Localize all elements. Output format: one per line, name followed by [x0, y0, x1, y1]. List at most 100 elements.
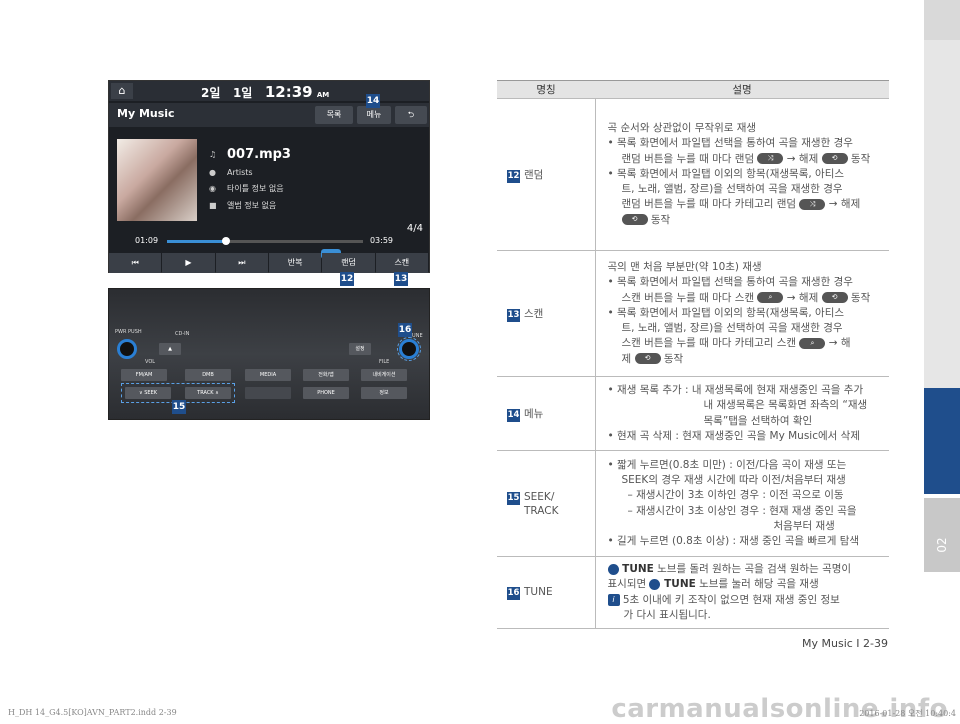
- vol-label: VOL: [145, 359, 156, 365]
- desc-text: TUNE: [618, 563, 654, 576]
- desc-line: 목록 화면에서 파일탭 이외의 항목(재생목록, 아티스: [608, 306, 884, 321]
- desc-line: 랜덤 버튼을 누를 때 마다 랜덤 ⤨ → 해제 ⟲ 동작: [608, 152, 884, 167]
- row-name: 12 랜덤: [497, 98, 596, 251]
- desc-text: 랜덤 버튼을 누를 때 마다 랜덤: [621, 152, 758, 165]
- desc-line: 트, 노래, 앨범, 장르)을 선택하여 곡을 재생한 경우: [621, 183, 843, 196]
- row-desc: TUNE 노브를 돌려 원하는 곡을 검색 원하는 곡명이 표시되면 TUNE …: [595, 556, 889, 629]
- row-number: 12: [507, 169, 520, 183]
- row-desc: 재생 목록 추가 : 내 재생목록에 현재 재생중인 곡을 추가 내 재생목록은…: [595, 376, 889, 451]
- back-icon: ⮌: [395, 106, 427, 124]
- fmam-button: FM/AM: [121, 369, 167, 381]
- row-number: 16: [507, 586, 520, 600]
- dmb-button: DMB: [185, 369, 231, 381]
- function-table: 명칭 설명 12 랜덤 곡 순서와 상관없이 무작위로 재생 목록 화면에서 파일…: [497, 80, 889, 629]
- scan-icon: ⌕: [757, 292, 784, 304]
- repeat-off-icon: ⟲: [621, 214, 648, 225]
- sidebar-top-band: [924, 0, 960, 40]
- desc-text: 노브를 눌러 해당 곡을 재생: [695, 578, 819, 591]
- album-info: 앨범 정보 없음: [227, 201, 277, 210]
- progress-bar: [167, 237, 363, 245]
- status-ch1: 2일: [201, 86, 221, 100]
- desc-line: 재생 목록 추가 : 내 재생목록에 현재 재생중인 곡을 추가: [608, 383, 884, 398]
- callout-14: 14: [366, 94, 380, 108]
- callout-13: 13: [394, 272, 408, 286]
- chapter-number: 02: [935, 537, 949, 553]
- person-icon: ●: [209, 168, 216, 177]
- desc-line: 곡의 맨 처음 부분만(약 10초) 재생: [607, 261, 762, 274]
- desc-line: TUNE 노브를 돌려 원하는 곡을 검색 원하는 곡명이: [607, 562, 884, 577]
- tune-highlight: [397, 337, 421, 361]
- category-random-icon: ⤨: [799, 198, 826, 210]
- repeat-button: 반복: [268, 253, 322, 273]
- row-desc: 곡의 맨 처음 부분만(약 10초) 재생 목록 화면에서 파일탭 선택을 통하…: [595, 250, 889, 377]
- desc-line: 목록 화면에서 파일탭 선택을 통하여 곡을 재생한 경우: [608, 275, 884, 290]
- table-row: 12 랜덤 곡 순서와 상관없이 무작위로 재생 목록 화면에서 파일탭 선택을 …: [497, 98, 889, 251]
- file-label: FILE: [379, 359, 390, 365]
- menu-button: 메뉴: [357, 106, 391, 124]
- desc-line: 길게 누르면 (0.8초 이상) : 재생 중인 곡을 빠르게 탐색: [608, 534, 884, 549]
- desc-line: 목록 화면에서 파일탭 선택을 통하여 곡을 재생한 경우: [608, 136, 884, 151]
- row-label: 스캔: [524, 307, 544, 320]
- row-label: TRACK: [524, 504, 559, 517]
- next-icon: ⏭: [215, 253, 268, 273]
- desc-line: 가 다시 표시됩니다.: [623, 608, 711, 621]
- screen-title: My Music: [117, 107, 175, 120]
- time-current: 01:09: [135, 236, 159, 245]
- desc-text: 동작: [847, 291, 871, 304]
- desc-text: 스캔 버튼을 누를 때 마다 카테고리 스캔: [621, 337, 800, 350]
- desc-line: 스캔 버튼을 누를 때 마다 카테고리 스캔 ⌕ → 해: [608, 336, 884, 351]
- title-info: 타이틀 정보 없음: [227, 184, 284, 193]
- sidebar-chapter-marker: [924, 388, 960, 494]
- row-desc: 곡 순서와 상관없이 무작위로 재생 목록 화면에서 파일탭 선택을 통하여 곡…: [595, 98, 889, 251]
- desc-line: – 재생시간이 3초 이상인 경우 : 현재 재생 중인 곡을: [627, 504, 857, 517]
- head-unit-console-figure: PWR PUSH VOL TUNE FILE CD-IN ▲ 설정 FM/AM …: [108, 288, 430, 420]
- screen-header: My Music 목록 메뉴 ⮌: [109, 103, 429, 127]
- callout-16: 16: [398, 323, 412, 337]
- desc-text: 스캔 버튼을 누를 때 마다 스캔: [621, 291, 758, 304]
- status-ch2: 1일: [232, 86, 253, 100]
- print-date: 2016-01-28 오전 10:40:4: [859, 709, 956, 718]
- random-icon: ⤨: [757, 153, 784, 165]
- desc-line: ⟲ 동작: [608, 213, 884, 228]
- callout-12: 12: [340, 272, 354, 286]
- desc-text: → 해제: [783, 291, 822, 304]
- desc-line: 스캔 버튼을 누를 때 마다 스캔 ⌕ → 해제 ⟲ 동작: [608, 291, 884, 306]
- desc-line: 내 재생목록은 목록화면 좌측의 “재생: [703, 399, 868, 412]
- album-art: [117, 139, 197, 221]
- header-desc: 설명: [595, 80, 889, 99]
- music-screen-figure: ⌂ 2일 1일 12:39 AM My Music 목록 메뉴 ⮌ ♫ 007.m…: [108, 80, 430, 273]
- desc-line: 트, 노래, 앨범, 장르)을 선택하여 곡을 재생한 경우: [621, 322, 843, 335]
- table-row: 16 TUNE TUNE 노브를 돌려 원하는 곡을 검색 원하는 곡명이 표시되…: [497, 556, 889, 629]
- status-ampm: AM: [316, 91, 330, 99]
- track-count: 4/4: [406, 223, 423, 234]
- tune-knob-icon: [649, 578, 661, 590]
- desc-text: 동작: [647, 213, 671, 226]
- page-number: My Music I 2-39: [802, 637, 888, 650]
- row-number: 14: [507, 408, 520, 422]
- artist-name: Artists: [227, 168, 253, 177]
- callout-15: 15: [172, 400, 186, 414]
- desc-line: 곡 순서와 상관없이 무작위로 재생: [607, 122, 757, 135]
- status-time: 12:39: [264, 83, 313, 101]
- info-button: 정보: [361, 387, 407, 399]
- desc-line: SEEK의 경우 재생 시간에 따라 이전/처음부터 재생: [621, 474, 846, 487]
- header-name: 명칭: [497, 80, 595, 99]
- row-label: 메뉴: [524, 407, 544, 420]
- phone-app-button: 전화/앱: [303, 369, 349, 381]
- desc-text: 랜덤 버튼을 누를 때 마다 카테고리 랜덤: [621, 198, 800, 211]
- progress-knob: [221, 237, 230, 245]
- desc-text: → 해제: [825, 198, 861, 211]
- blank-button: [245, 387, 291, 399]
- row-label: 랜덤: [524, 168, 544, 181]
- track-name: 007.mp3: [227, 147, 291, 162]
- desc-line: – 재생시간이 3초 이하인 경우 : 이전 곡으로 이동: [627, 489, 844, 502]
- desc-text: → 해: [825, 337, 851, 350]
- desc-text: 5초 이내에 키 조작이 없으면 현재 재생 중인 정보: [619, 593, 840, 606]
- print-file-name: H_DH 14_G4.5[KO]AVN_PART2.indd 2-39: [8, 708, 177, 717]
- control-bar: ⏮ ▶ ⏭ 반복 랜덤 스캔: [109, 253, 429, 273]
- desc-text: 동작: [847, 152, 871, 165]
- row-name: 14 메뉴: [497, 376, 596, 451]
- track-info: ♫ 007.mp3 ● Artists ◉ 타이틀 정보 없음 ■ 앨범 정보 없음: [209, 147, 291, 217]
- navi-button: 내비게이션: [361, 369, 407, 381]
- scan-button: 스캔: [375, 253, 428, 273]
